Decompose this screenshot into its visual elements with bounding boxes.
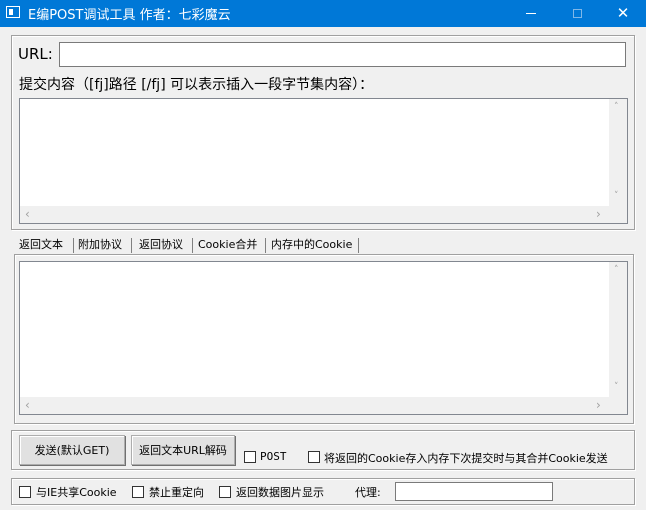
proxy-input[interactable] [395,482,553,501]
minimize-button[interactable] [508,0,554,27]
show-image-checkbox[interactable] [219,486,231,498]
minimize-icon [526,13,536,14]
scroll-left-arrow-icon[interactable]: ‹ [25,207,30,221]
tab-response-headers[interactable]: 返回协议 [139,236,183,254]
request-horizontal-scrollbar[interactable]: ‹ › [20,206,627,223]
request-body-textarea[interactable]: ˄ ˅ ‹ › [19,98,628,224]
scroll-right-arrow-icon[interactable]: › [596,398,601,412]
scroll-up-arrow-icon[interactable]: ˄ [614,265,619,275]
tab-response-text[interactable]: 返回文本 [19,236,63,254]
decode-response-button[interactable]: 返回文本URL解码 [131,435,235,465]
app-window-icon [6,6,20,18]
send-button[interactable]: 发送(默认GET) [19,435,125,465]
tab-extra-headers[interactable]: 附加协议 [78,236,122,254]
tab-cookie-merge[interactable]: Cookie合并 [198,236,257,254]
post-checkbox[interactable] [244,451,256,463]
body-label: 提交内容（[fj]路径 [/fj] 可以表示插入一段字节集内容）： [19,77,374,93]
no-redirect-label: 禁止重定向 [149,486,204,499]
scroll-down-arrow-icon[interactable]: ˅ [614,191,619,201]
maximize-icon [572,9,582,18]
tab-divider [265,238,266,253]
close-icon: ✕ [616,4,630,22]
close-button[interactable]: ✕ [600,0,646,27]
share-ie-cookie-checkbox[interactable] [19,486,31,498]
scroll-down-arrow-icon[interactable]: ˅ [614,382,619,392]
scroll-up-arrow-icon[interactable]: ˄ [614,102,619,112]
save-cookie-label: 将返回的Cookie存入内存下次提交时与其合并Cookie发送 [324,452,608,465]
save-cookie-checkbox[interactable] [308,451,320,463]
no-redirect-checkbox[interactable] [132,486,144,498]
tab-memory-cookie[interactable]: 内存中的Cookie [271,236,352,254]
response-textarea[interactable]: ˄ ˅ ‹ › [19,261,628,415]
post-label: POST [260,450,287,463]
maximize-button[interactable] [554,0,600,27]
url-label: URL: [18,45,53,63]
proxy-label: 代理: [355,486,381,499]
url-input[interactable] [59,42,626,67]
scroll-left-arrow-icon[interactable]: ‹ [25,398,30,412]
response-horizontal-scrollbar[interactable]: ‹ › [20,397,627,414]
tab-divider [73,238,74,253]
tab-divider [131,238,132,253]
show-image-label: 返回数据图片显示 [236,486,324,499]
tab-divider [358,238,359,253]
tab-divider [192,238,193,253]
window-title: E编POST调试工具 作者：七彩魔云 [28,8,231,23]
request-vertical-scrollbar[interactable]: ˄ ˅ [609,99,627,206]
scroll-right-arrow-icon[interactable]: › [596,207,601,221]
share-ie-cookie-label: 与IE共享Cookie [36,486,117,499]
response-vertical-scrollbar[interactable]: ˄ ˅ [609,262,627,397]
